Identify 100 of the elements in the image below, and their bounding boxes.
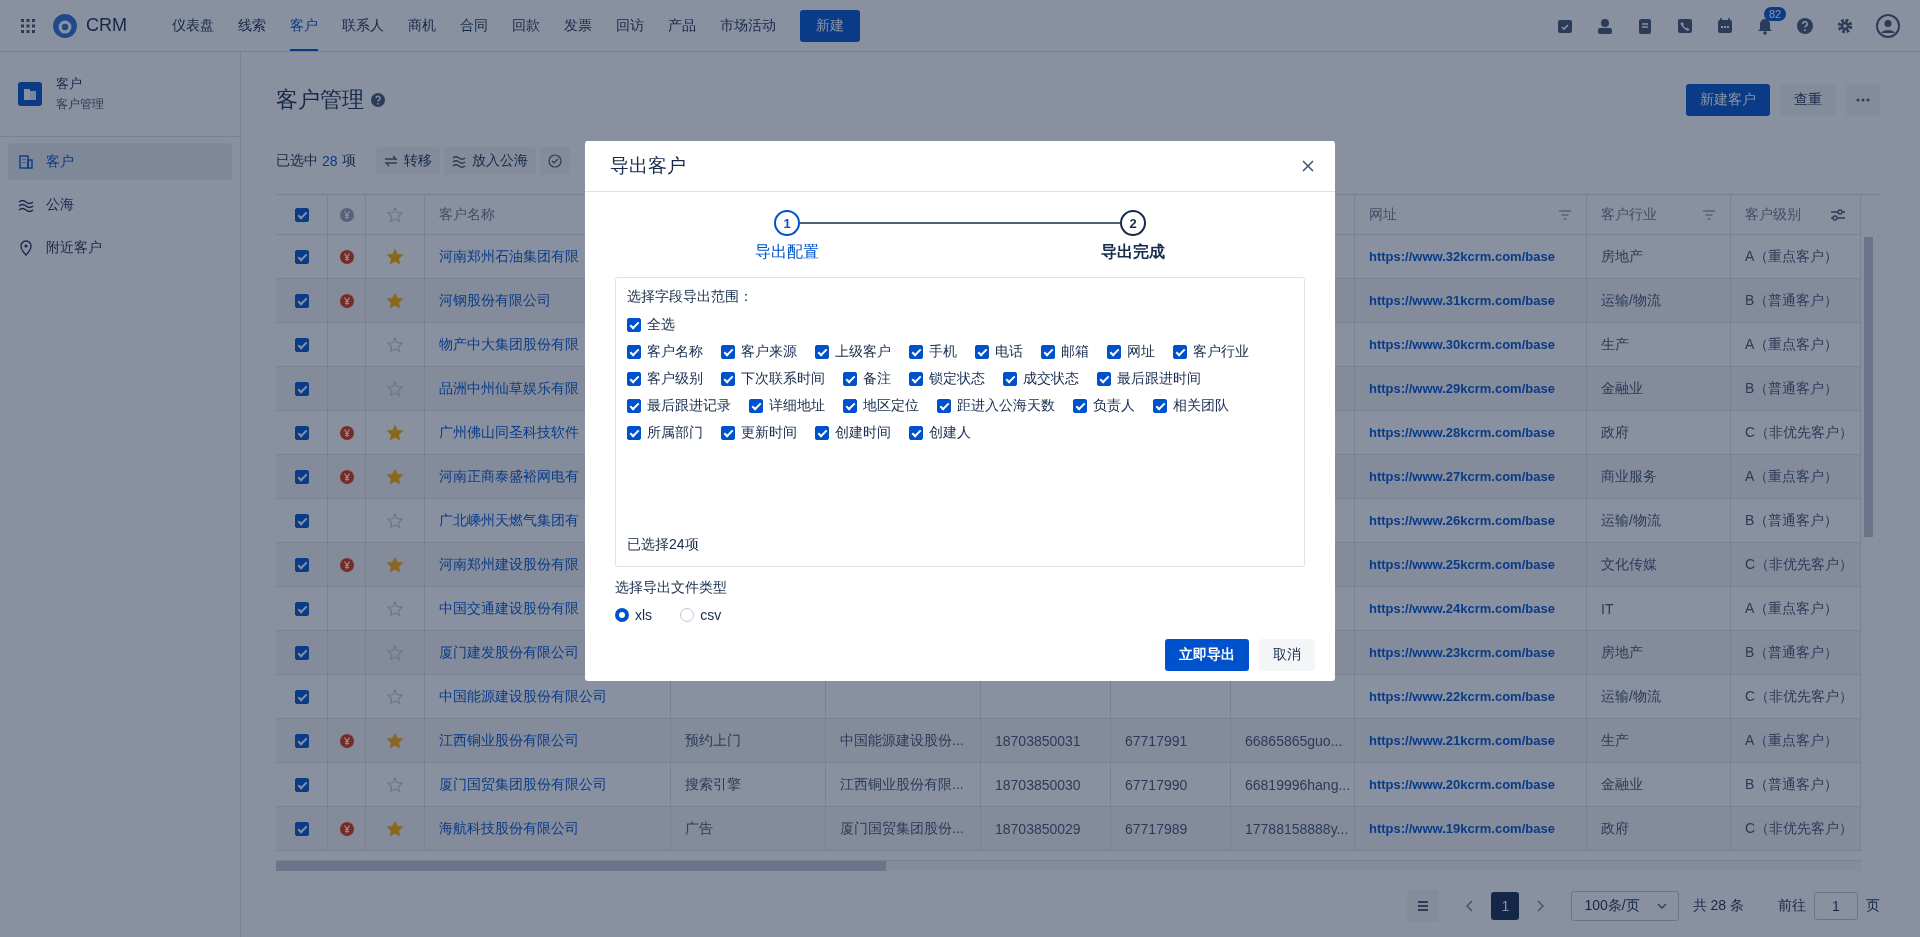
field-checkbox[interactable]: 锁定状态 <box>909 368 985 390</box>
star-icon[interactable] <box>387 688 403 705</box>
customer-name-link[interactable]: 厦门国贸集团股份有限公司 <box>439 775 607 794</box>
nav-tab[interactable]: 商机 <box>408 0 436 51</box>
checkbox[interactable] <box>294 381 309 396</box>
field-checkbox[interactable]: 电话 <box>975 341 1023 363</box>
page-size-select[interactable]: 100条/页 <box>1571 891 1679 921</box>
checkbox[interactable] <box>294 645 309 660</box>
file-type-radio[interactable]: csv <box>680 607 722 623</box>
nav-tab[interactable]: 客户 <box>290 0 318 51</box>
url-link[interactable]: https://www.23kcrm.com/base <box>1369 645 1555 660</box>
customer-name-link[interactable]: 河钢股份有限公司 <box>439 291 551 310</box>
list-view-button[interactable] <box>1407 890 1440 922</box>
toolbar-button[interactable] <box>539 147 570 175</box>
nav-tab[interactable]: 发票 <box>564 0 592 51</box>
field-checkbox[interactable]: 客户级别 <box>627 368 703 390</box>
nav-tab[interactable]: 产品 <box>668 0 696 51</box>
star-icon[interactable] <box>387 336 403 353</box>
url-link[interactable]: https://www.27kcrm.com/base <box>1369 469 1555 484</box>
vertical-scrollbar[interactable] <box>1864 237 1873 537</box>
url-link[interactable]: https://www.24kcrm.com/base <box>1369 601 1555 616</box>
customer-name-link[interactable]: 河南郑州建设股份有限 <box>439 555 579 574</box>
field-checkbox[interactable]: 手机 <box>909 341 957 363</box>
star-icon[interactable] <box>387 556 403 573</box>
field-checkbox[interactable]: 最后跟进记录 <box>627 395 731 417</box>
horizontal-scrollbar[interactable] <box>276 861 1861 871</box>
checkbox[interactable] <box>294 249 309 264</box>
nav-tab[interactable]: 线索 <box>238 0 266 51</box>
star-icon[interactable] <box>387 600 403 617</box>
customer-name-link[interactable]: 物产中大集团股份有限 <box>439 335 579 354</box>
url-link[interactable]: https://www.21kcrm.com/base <box>1369 733 1555 748</box>
nav-tab[interactable]: 合同 <box>460 0 488 51</box>
file-type-radio[interactable]: xls <box>615 607 653 623</box>
sidebar-item[interactable]: 客户 <box>8 143 232 180</box>
nav-tab[interactable]: 联系人 <box>342 0 384 51</box>
cancel-button[interactable]: 取消 <box>1259 639 1315 671</box>
field-checkbox[interactable]: 上级客户 <box>815 341 891 363</box>
field-checkbox[interactable]: 下次联系时间 <box>721 368 825 390</box>
settings-icon[interactable] <box>1836 16 1854 35</box>
star-icon[interactable] <box>387 380 403 397</box>
star-icon[interactable] <box>387 820 403 837</box>
star-icon[interactable] <box>387 292 403 309</box>
toolbar-button[interactable]: 转移 <box>375 147 440 175</box>
customer-name-link[interactable]: 中国能源建设股份有限公司 <box>439 687 607 706</box>
checkbox[interactable] <box>294 777 309 792</box>
star-icon[interactable] <box>387 776 403 793</box>
checkbox[interactable] <box>294 821 309 836</box>
export-button[interactable]: 立即导出 <box>1165 639 1249 671</box>
nav-tab[interactable]: 回访 <box>616 0 644 51</box>
checkbox[interactable] <box>294 207 309 222</box>
field-checkbox[interactable]: 相关团队 <box>1153 395 1229 417</box>
user-icon[interactable] <box>1596 16 1614 35</box>
field-checkbox[interactable]: 邮箱 <box>1041 341 1089 363</box>
url-link[interactable]: https://www.26kcrm.com/base <box>1369 513 1555 528</box>
url-link[interactable]: https://www.29kcrm.com/base <box>1369 381 1555 396</box>
url-link[interactable]: https://www.28kcrm.com/base <box>1369 425 1555 440</box>
url-link[interactable]: https://www.32kcrm.com/base <box>1369 249 1555 264</box>
star-icon[interactable] <box>387 248 403 265</box>
nav-tab[interactable]: 仪表盘 <box>172 0 214 51</box>
customer-name-link[interactable]: 厦门建发股份有限公司 <box>439 643 579 662</box>
field-checkbox[interactable]: 最后跟进时间 <box>1097 368 1201 390</box>
close-icon[interactable] <box>1301 159 1315 173</box>
page-input[interactable]: 1 <box>1814 892 1858 920</box>
customer-name-link[interactable]: 河南正商泰盛裕网电有 <box>439 467 579 486</box>
phone-icon[interactable] <box>1676 16 1694 35</box>
customer-name-link[interactable]: 广北嵊州天燃气集团有 <box>439 511 579 530</box>
checkbox[interactable] <box>294 601 309 616</box>
field-checkbox[interactable]: 负责人 <box>1073 395 1135 417</box>
checkbox[interactable] <box>294 469 309 484</box>
url-link[interactable]: https://www.20kcrm.com/base <box>1369 777 1555 792</box>
field-checkbox[interactable]: 备注 <box>843 368 891 390</box>
checkbox[interactable] <box>294 293 309 308</box>
checkbox[interactable] <box>294 425 309 440</box>
field-checkbox[interactable]: 创建时间 <box>815 422 891 444</box>
field-checkbox[interactable]: 网址 <box>1107 341 1155 363</box>
customer-name-link[interactable]: 广州佛山同圣科技软件 <box>439 423 579 442</box>
new-customer-button[interactable]: 新建客户 <box>1686 84 1770 116</box>
bell-icon[interactable] <box>1756 16 1774 35</box>
customer-name-link[interactable]: 河南郑州石油集团有限 <box>439 247 579 266</box>
field-checkbox[interactable]: 客户行业 <box>1173 341 1249 363</box>
document-icon[interactable] <box>1636 16 1654 35</box>
url-link[interactable]: https://www.30kcrm.com/base <box>1369 337 1555 352</box>
field-checkbox[interactable]: 详细地址 <box>749 395 825 417</box>
star-icon[interactable] <box>387 468 403 485</box>
star-icon[interactable] <box>387 512 403 529</box>
url-link[interactable]: https://www.25kcrm.com/base <box>1369 557 1555 572</box>
url-link[interactable]: https://www.19kcrm.com/base <box>1369 821 1555 836</box>
select-all-checkbox[interactable]: 全选 <box>627 314 675 336</box>
field-checkbox[interactable]: 所属部门 <box>627 422 703 444</box>
field-checkbox[interactable]: 地区定位 <box>843 395 919 417</box>
url-link[interactable]: https://www.31kcrm.com/base <box>1369 293 1555 308</box>
star-icon[interactable] <box>387 732 403 749</box>
checkbox[interactable] <box>294 513 309 528</box>
new-button[interactable]: 新建 <box>800 9 860 42</box>
checkbox[interactable] <box>294 557 309 572</box>
customer-name-link[interactable]: 中国交通建设股份有限 <box>439 599 579 618</box>
customer-name-link[interactable]: 品洲中州仙草娱乐有限 <box>439 379 579 398</box>
nav-tab[interactable]: 回款 <box>512 0 540 51</box>
customer-name-link[interactable]: 江西铜业股份有限公司 <box>439 731 579 750</box>
checkbox[interactable] <box>294 733 309 748</box>
